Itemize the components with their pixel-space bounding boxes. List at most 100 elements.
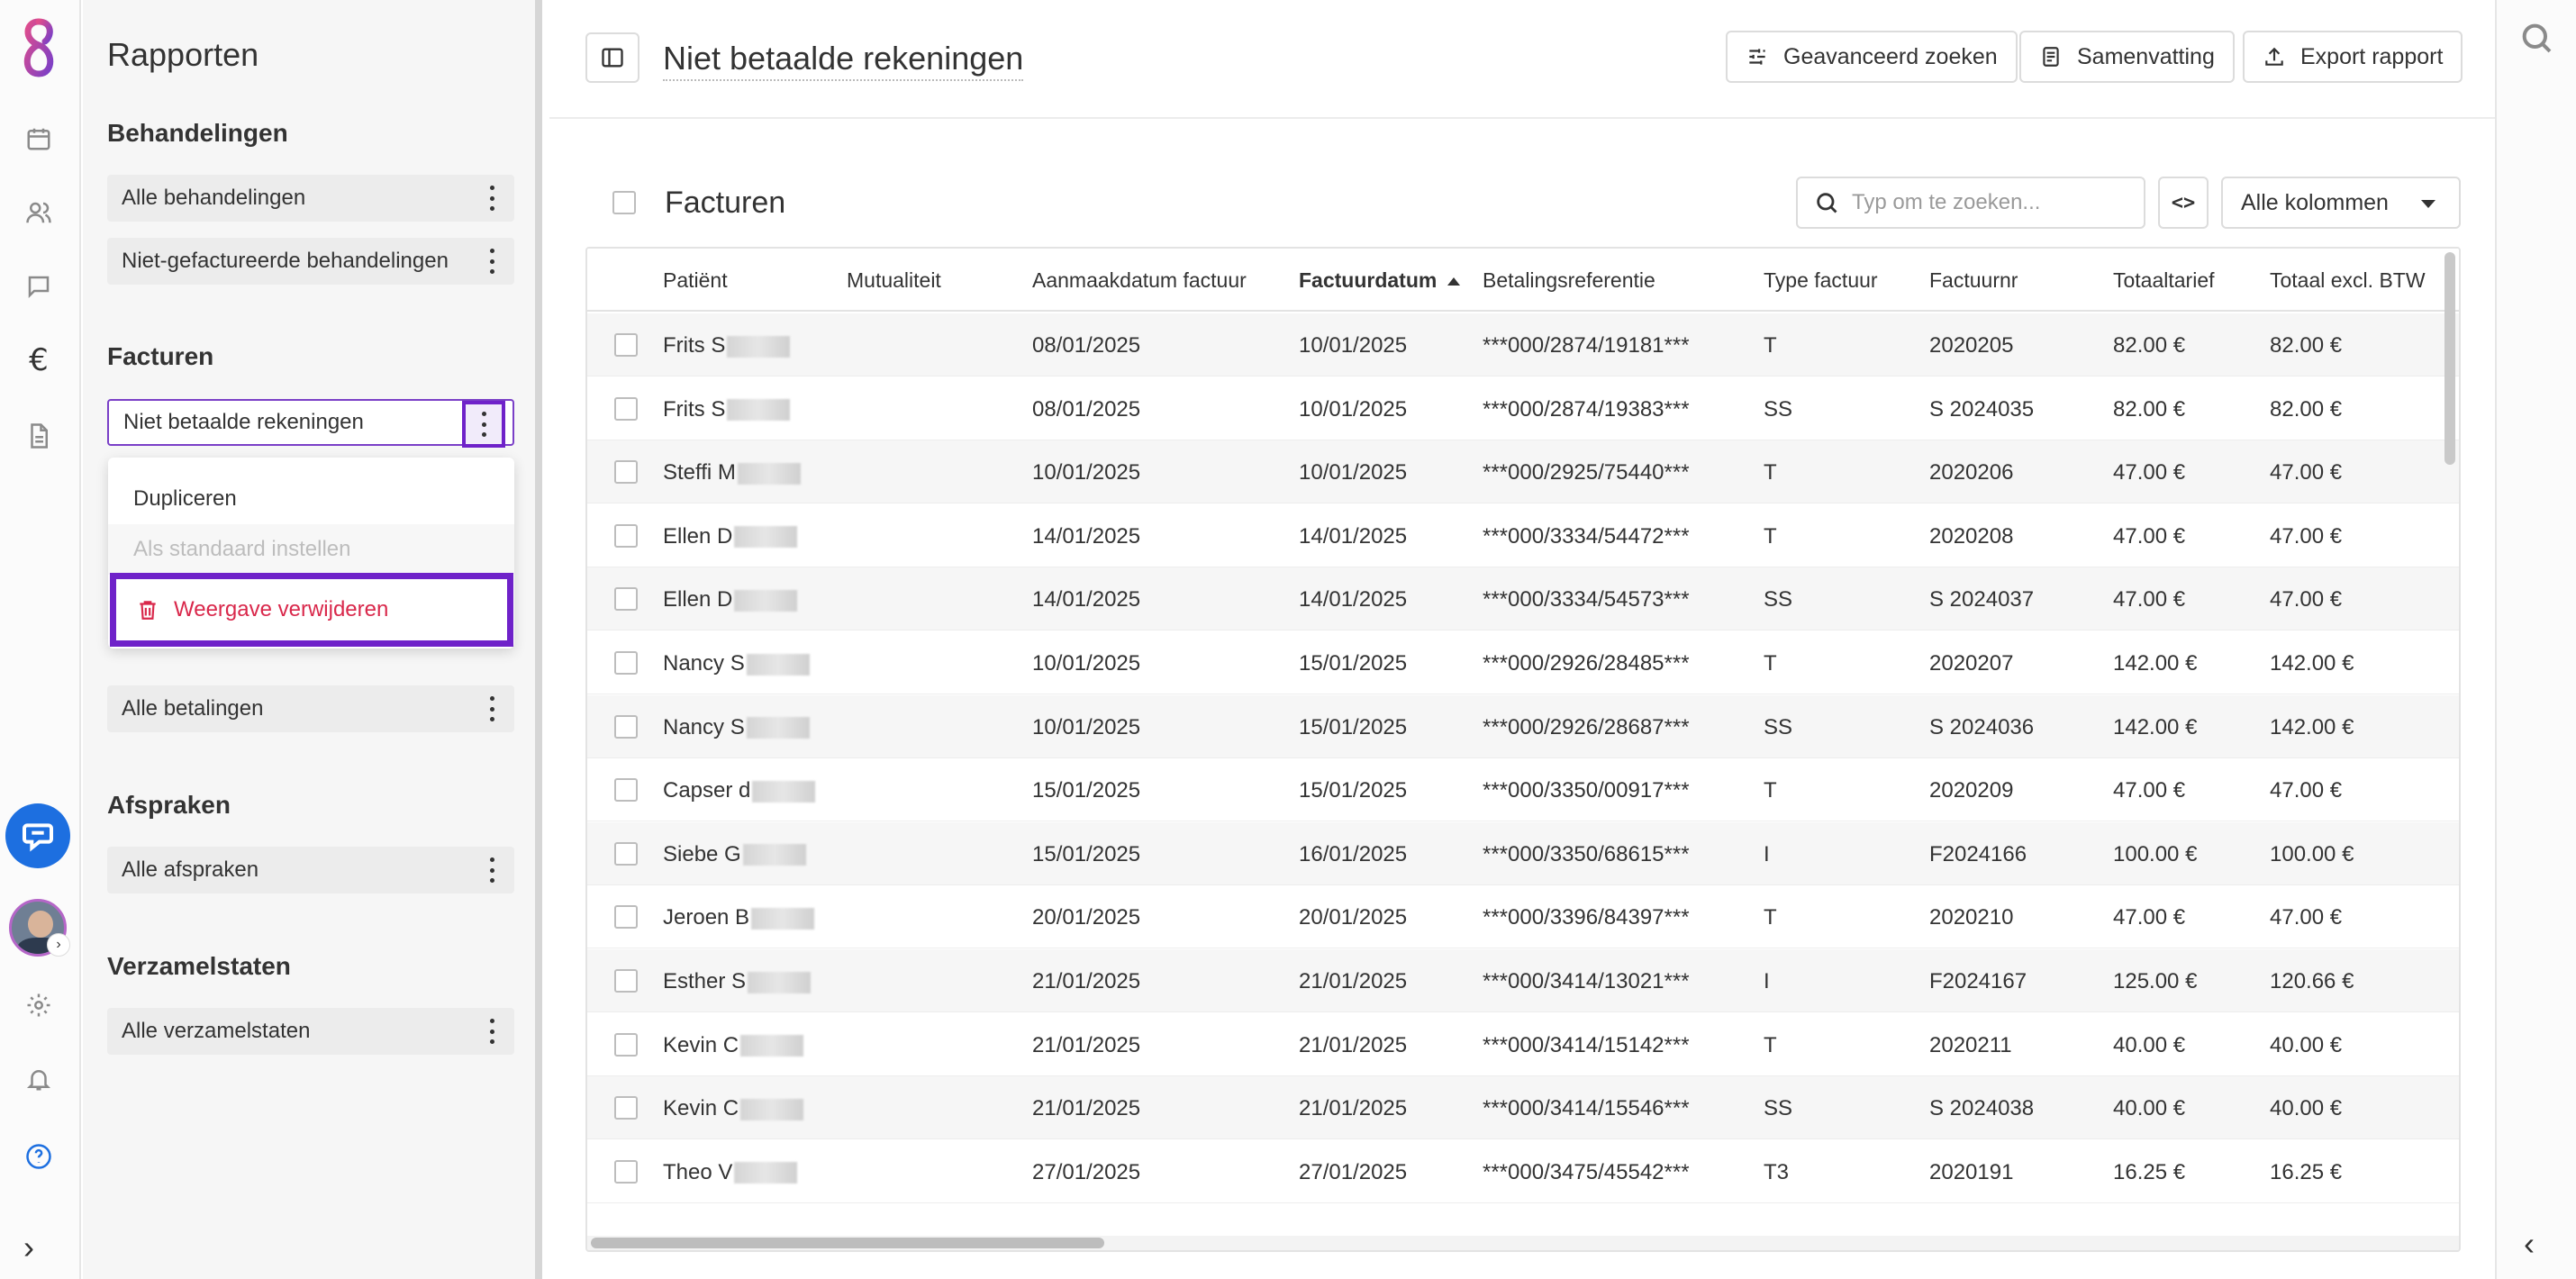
table-row[interactable]: Capser d 15/01/2025 15/01/2025 ***000/3350/… <box>587 758 2459 822</box>
table-row[interactable]: Theo V 27/01/2025 27/01/2025 ***000/3475/45… <box>587 1140 2459 1203</box>
table-row[interactable]: Kevin C 21/01/2025 21/01/2025 ***000/3414/1… <box>587 1013 2459 1076</box>
patient-name: Nancy S <box>663 651 745 676</box>
advanced-search-button[interactable]: Geavanceerd zoeken <box>1726 31 2018 83</box>
report-item-alle-afspraken[interactable]: Alle afspraken <box>107 847 514 893</box>
table-row[interactable]: Nancy S 10/01/2025 15/01/2025 ***000/2926/2… <box>587 694 2459 758</box>
redacted-surname <box>734 1162 798 1184</box>
row-checkbox[interactable] <box>614 523 638 548</box>
calendar-icon[interactable] <box>23 122 55 155</box>
column-header-factuurnr[interactable]: Factuurnr <box>1929 268 2018 293</box>
row-checkbox[interactable] <box>614 333 638 357</box>
table-row[interactable]: Siebe G 15/01/2025 16/01/2025 ***000/3350/6… <box>587 821 2459 885</box>
cell-type-factuur: SS <box>1764 396 1793 422</box>
cell-totaaltarief: 142.00 € <box>2113 714 2198 739</box>
cell-patient: Theo V <box>663 1160 798 1185</box>
row-checkbox[interactable] <box>614 1096 638 1120</box>
horizontal-scrollbar[interactable] <box>587 1236 2459 1250</box>
more-options-icon[interactable] <box>487 249 496 274</box>
more-options-button[interactable] <box>462 401 505 448</box>
brand-logo[interactable] <box>13 16 65 79</box>
support-chat-icon[interactable] <box>5 803 70 868</box>
section-heading-verzamelstaten: Verzamelstaten <box>107 952 291 980</box>
menu-item-delete-view[interactable]: Weergave verwijderen <box>110 573 513 647</box>
column-header-mutualiteit[interactable]: Mutualiteit <box>847 268 941 293</box>
row-checkbox[interactable] <box>614 714 638 739</box>
cell-factuurnr: S 2024038 <box>1929 1096 2035 1121</box>
select-all-checkbox[interactable] <box>612 191 636 214</box>
row-checkbox[interactable] <box>614 1032 638 1057</box>
row-checkbox[interactable] <box>614 460 638 485</box>
row-checkbox[interactable] <box>614 1159 638 1184</box>
invoices-table: Patiënt Mutualiteit Aanmaakdatum factuur… <box>585 247 2461 1252</box>
cell-factuurnr: 2020205 <box>1929 333 2014 358</box>
vertical-scrollbar[interactable] <box>2444 252 2455 1243</box>
cell-factuurdatum: 10/01/2025 <box>1299 333 1408 358</box>
column-header-aanmaakdatum[interactable]: Aanmaakdatum factuur <box>1032 268 1247 293</box>
table-row[interactable]: Ellen D 14/01/2025 14/01/2025 ***000/3334/5… <box>587 567 2459 631</box>
redacted-surname <box>740 1035 804 1057</box>
cell-aanmaakdatum: 08/01/2025 <box>1032 333 1141 358</box>
column-header-betalingsreferentie[interactable]: Betalingsreferentie <box>1483 268 1655 293</box>
search-input[interactable] <box>1852 190 2122 215</box>
page-title[interactable]: Niet betaalde rekeningen <box>663 40 1024 81</box>
cell-factuurdatum: 27/01/2025 <box>1299 1159 1408 1184</box>
row-checkbox[interactable] <box>614 778 638 803</box>
column-header-patient[interactable]: Patiënt <box>663 268 728 293</box>
table-row[interactable]: Ellen D 14/01/2025 14/01/2025 ***000/3334/5… <box>587 504 2459 567</box>
table-row[interactable]: Kevin C 21/01/2025 21/01/2025 ***000/3414/1… <box>587 1076 2459 1140</box>
cell-totaal-excl-btw: 142.00 € <box>2270 714 2354 739</box>
report-item-label: Alle afspraken <box>122 857 259 882</box>
cell-totaal-excl-btw: 40.00 € <box>2270 1032 2343 1057</box>
table-row[interactable]: Frits S 08/01/2025 10/01/2025 ***000/2874/1… <box>587 377 2459 440</box>
bell-icon[interactable] <box>23 1063 55 1095</box>
column-header-totaal-excl-btw[interactable]: Totaal excl. BTW <box>2270 268 2426 293</box>
report-item-label: Niet betaalde rekeningen <box>123 410 364 434</box>
table-row[interactable]: Nancy S 10/01/2025 15/01/2025 ***000/2926/2… <box>587 631 2459 694</box>
euro-icon[interactable]: € <box>23 342 55 378</box>
search-icon[interactable] <box>2518 20 2554 56</box>
row-checkbox[interactable] <box>614 396 638 421</box>
cell-aanmaakdatum: 20/01/2025 <box>1032 905 1141 930</box>
collapse-icon[interactable]: ‹ <box>2524 1225 2535 1263</box>
gear-icon[interactable] <box>23 989 55 1021</box>
report-item-alle-behandelingen[interactable]: Alle behandelingen <box>107 175 514 222</box>
summary-button[interactable]: Samenvatting <box>2019 31 2235 83</box>
more-options-icon[interactable] <box>487 857 496 883</box>
help-icon[interactable] <box>23 1140 55 1173</box>
report-item-niet-gefactureerde[interactable]: Niet-gefactureerde behandelingen <box>107 238 514 285</box>
table-row[interactable]: Frits S 08/01/2025 10/01/2025 ***000/2874/1… <box>587 313 2459 376</box>
more-options-icon[interactable] <box>487 1019 496 1044</box>
cell-totaal-excl-btw: 47.00 € <box>2270 905 2343 930</box>
columns-select[interactable]: Alle kolommen <box>2221 177 2461 229</box>
upload-icon <box>2265 47 2283 66</box>
column-header-totaaltarief[interactable]: Totaaltarief <box>2113 268 2215 293</box>
report-item-alle-betalingen[interactable]: Alle betalingen <box>107 685 514 732</box>
report-item-niet-betaalde-rekeningen[interactable]: Niet betaalde rekeningen <box>107 399 514 448</box>
row-checkbox[interactable] <box>614 969 638 993</box>
menu-item-duplicate[interactable]: Dupliceren <box>108 474 514 524</box>
export-report-button[interactable]: Export rapport <box>2243 31 2463 83</box>
document-icon[interactable] <box>23 420 55 452</box>
cell-aanmaakdatum: 10/01/2025 <box>1032 460 1141 485</box>
column-header-type-factuur[interactable]: Type factuur <box>1764 268 1878 293</box>
expand-sidebar-icon[interactable]: › <box>23 1229 34 1266</box>
table-search-box[interactable] <box>1796 177 2145 229</box>
code-view-button[interactable]: <> <box>2158 177 2209 229</box>
avatar-menu-chevron-icon[interactable]: › <box>47 933 70 957</box>
table-row[interactable]: Jeroen B 20/01/2025 20/01/2025 ***000/3396/… <box>587 885 2459 949</box>
table-row[interactable]: Steffi M 10/01/2025 10/01/2025 ***000/2925/… <box>587 440 2459 504</box>
sidebar-toggle-button[interactable] <box>585 32 639 83</box>
users-icon[interactable] <box>23 196 55 229</box>
cell-patient: Ellen D <box>663 587 798 612</box>
more-options-icon[interactable] <box>487 186 496 211</box>
cell-type-factuur: I <box>1764 841 1770 866</box>
report-item-alle-verzamelstaten[interactable]: Alle verzamelstaten <box>107 1008 514 1055</box>
table-row[interactable]: Esther S 21/01/2025 21/01/2025 ***000/3414/… <box>587 949 2459 1012</box>
row-checkbox[interactable] <box>614 841 638 866</box>
row-checkbox[interactable] <box>614 905 638 930</box>
row-checkbox[interactable] <box>614 587 638 612</box>
more-options-icon[interactable] <box>487 696 496 721</box>
row-checkbox[interactable] <box>614 651 638 675</box>
column-header-factuurdatum[interactable]: Factuurdatum <box>1299 268 1461 293</box>
chat-icon[interactable] <box>23 270 55 303</box>
